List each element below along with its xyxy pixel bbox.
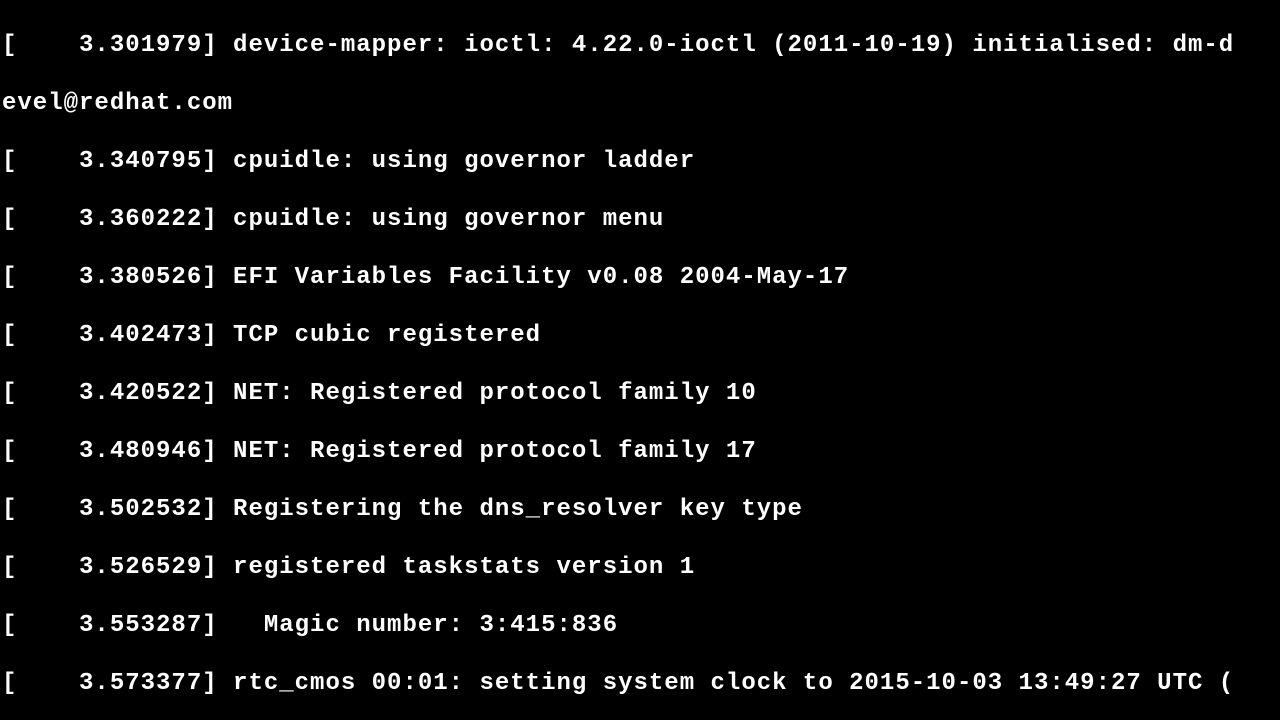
dmesg-line: [ 3.301979] device-mapper: ioctl: 4.22.0… (2, 31, 1280, 60)
dmesg-line: [ 3.380526] EFI Variables Facility v0.08… (2, 263, 1280, 292)
dmesg-line: evel@redhat.com (2, 89, 1280, 118)
dmesg-line: [ 3.502532] Registering the dns_resolver… (2, 495, 1280, 524)
boot-console: [ 3.301979] device-mapper: ioctl: 4.22.0… (0, 0, 1280, 720)
dmesg-line: [ 3.360222] cpuidle: using governor menu (2, 205, 1280, 234)
dmesg-line: [ 3.402473] TCP cubic registered (2, 321, 1280, 350)
dmesg-line: [ 3.420522] NET: Registered protocol fam… (2, 379, 1280, 408)
dmesg-line: [ 3.573377] rtc_cmos 00:01: setting syst… (2, 669, 1280, 698)
dmesg-line: [ 3.340795] cpuidle: using governor ladd… (2, 147, 1280, 176)
dmesg-line: [ 3.553287] Magic number: 3:415:836 (2, 611, 1280, 640)
dmesg-line: [ 3.526529] registered taskstats version… (2, 553, 1280, 582)
dmesg-line: [ 3.480946] NET: Registered protocol fam… (2, 437, 1280, 466)
